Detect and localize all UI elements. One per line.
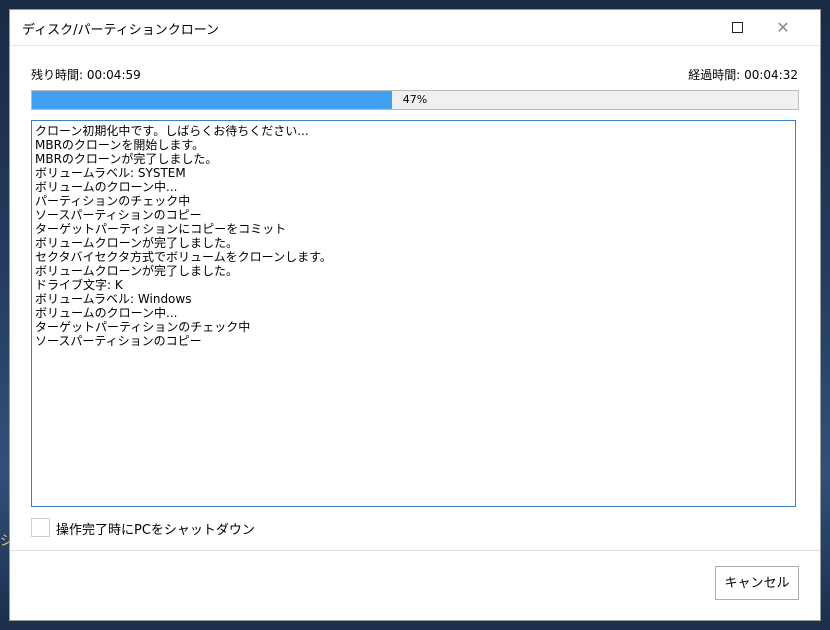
maximize-button[interactable] (720, 14, 756, 42)
close-button[interactable]: ✕ (765, 14, 801, 42)
log-line: MBRのクローンが完了しました。 (35, 152, 218, 166)
log-line: ターゲットパーティションにコピーをコミット (35, 222, 287, 236)
close-icon: ✕ (776, 18, 790, 37)
log-line: パーティションのチェック中 (35, 194, 191, 208)
log-line: ターゲットパーティションのチェック中 (35, 320, 251, 334)
log-line: ボリュームラベル: Windows (35, 292, 192, 306)
log-output[interactable]: クローン初期化中です。しばらくお待ちください... MBRのクローンを開始します。… (31, 120, 796, 507)
log-line: ボリュームのクローン中... (35, 306, 178, 320)
log-line: クローン初期化中です。しばらくお待ちください... (35, 124, 309, 138)
progress-percent-text: 47% (402, 93, 428, 106)
cancel-button[interactable]: キャンセル (715, 566, 799, 600)
log-line: ドライブ文字: K (35, 278, 123, 292)
log-line: ボリュームラベル: SYSTEM (35, 166, 186, 180)
log-line: ソースパーティションのコピー (35, 208, 202, 222)
footer-divider (10, 550, 820, 551)
elapsed-time: 経過時間: 00:04:32 (688, 68, 798, 82)
log-line: MBRのクローンを開始します。 (35, 138, 205, 152)
window-title: ディスク/パーティションクローン (22, 23, 220, 38)
clone-dialog: ディスク/パーティションクローン ✕ 残り時間: 00:04:59 経過時間: … (10, 10, 820, 620)
log-line: ソースパーティションのコピー (35, 334, 202, 348)
log-line: ボリュームのクローン中... (35, 180, 178, 194)
log-line: セクタバイセクタ方式でボリュームをクローンします。 (35, 250, 332, 264)
shutdown-checkbox[interactable] (31, 518, 50, 537)
maximize-icon (732, 22, 743, 33)
remaining-time: 残り時間: 00:04:59 (31, 68, 141, 82)
shutdown-label[interactable]: 操作完了時にPCをシャットダウン (56, 519, 255, 538)
title-divider (10, 45, 820, 46)
title-bar[interactable]: ディスク/パーティションクローン ✕ (10, 10, 820, 45)
log-line: ボリュームクローンが完了しました。 (35, 236, 239, 250)
log-line: ボリュームクローンが完了しました。 (35, 264, 239, 278)
progress-bar: 47% (31, 90, 799, 110)
